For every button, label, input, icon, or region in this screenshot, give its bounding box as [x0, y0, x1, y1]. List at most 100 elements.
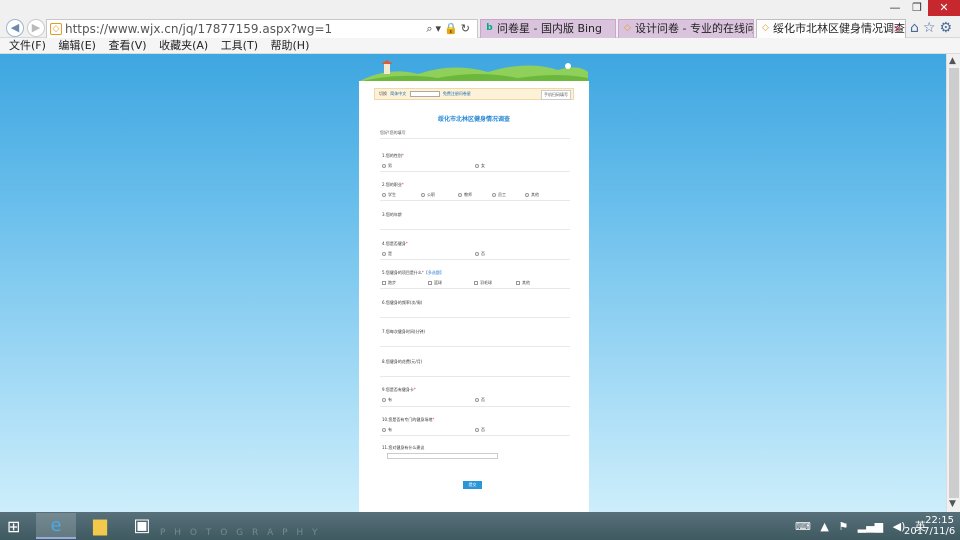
refresh-icon[interactable]: ↻ [461, 22, 473, 35]
question-title: 8.您健身的花费(元/月) [382, 359, 423, 364]
settings-gear-icon[interactable]: ⚙ [939, 20, 956, 36]
question-title: 10.您是否有专门的健身场地 [382, 417, 433, 422]
checkbox-icon[interactable] [474, 281, 478, 285]
radio-icon[interactable] [525, 193, 529, 197]
action-center-icon[interactable]: ⚑ [838, 520, 848, 533]
multi-select-tag: 【多选题】 [423, 270, 444, 275]
option-employee[interactable]: 员工 [492, 192, 506, 198]
dropdown-icon[interactable]: ▾ [436, 22, 445, 35]
option-female[interactable]: 女 [475, 163, 485, 169]
option-other-sport[interactable]: 其他 [516, 280, 530, 286]
answer-line[interactable] [380, 346, 570, 347]
radio-icon[interactable] [475, 428, 479, 432]
network-icon[interactable]: ▂▄▆ [858, 520, 883, 533]
lock-icon[interactable]: 🔒 [444, 22, 461, 35]
address-bar[interactable]: ◇ https://www.wjx.cn/jq/17877159.aspx?wg… [46, 19, 478, 39]
option-student[interactable]: 学生 [382, 192, 396, 198]
menu-view[interactable]: 查看(V) [108, 39, 146, 52]
radio-icon[interactable] [475, 398, 479, 402]
address-text[interactable]: https://www.wjx.cn/jq/17877159.aspx?wg=1 [65, 22, 332, 36]
question-title: 1.您的性别 [382, 153, 402, 158]
radio-icon[interactable] [492, 193, 496, 197]
address-tools[interactable]: ⌕▾🔒↻ [426, 22, 473, 36]
favorites-star-icon[interactable]: ☆ [923, 20, 940, 36]
vertical-scrollbar[interactable]: ▲ ▼ [946, 54, 960, 512]
option-basketball[interactable]: 篮球 [428, 280, 442, 286]
question-title: 11.您对健身有什么建议 [382, 445, 425, 450]
menu-favorites[interactable]: 收藏夹(A) [159, 39, 208, 52]
scroll-thumb[interactable] [949, 68, 959, 498]
answer-line[interactable] [380, 229, 570, 230]
option-male[interactable]: 男 [382, 163, 392, 169]
option-no-venue[interactable]: 否 [475, 427, 485, 433]
option-no-card[interactable]: 否 [475, 397, 485, 403]
option-have-venue[interactable]: 有 [382, 427, 392, 433]
answer-line[interactable] [380, 376, 570, 377]
menu-file[interactable]: 文件(F) [9, 39, 46, 52]
radio-icon[interactable] [475, 252, 479, 256]
option-no[interactable]: 否 [475, 251, 485, 257]
home-icon[interactable]: ⌂ [910, 20, 923, 36]
option-running[interactable]: 跑步 [382, 280, 396, 286]
survey-form: 切换 简体中文 免费注册问卷星 手机扫码填写 绥化市北林区健身情况调查 您好!您… [359, 81, 589, 512]
store-icon[interactable]: ▣ [122, 513, 162, 539]
menu-help[interactable]: 帮助(H) [271, 39, 310, 52]
windows-taskbar: ⊞ e ▆ ▣ P H O T O G R A P H Y ⌨ ▲ ⚑ ▂▄▆ … [0, 512, 960, 540]
radio-icon[interactable] [382, 428, 386, 432]
radio-icon[interactable] [458, 193, 462, 197]
radio-icon[interactable] [382, 398, 386, 402]
menu-edit[interactable]: 编辑(E) [58, 39, 96, 52]
close-tab-icon[interactable]: × [893, 20, 902, 38]
forward-button[interactable]: ▶ [27, 19, 45, 37]
checkbox-icon[interactable] [428, 281, 432, 285]
option-have-card[interactable]: 有 [382, 397, 392, 403]
back-button[interactable]: ◀ [6, 19, 24, 37]
internet-explorer-icon[interactable]: e [36, 513, 76, 539]
survey-greeting: 您好!您的填写 [380, 130, 406, 135]
menu-tools[interactable]: 工具(T) [221, 39, 258, 52]
page-icon: ◇ [762, 23, 769, 33]
tab-survey-active[interactable]: ◇ 绥化市北林区健身情况调查 × [756, 19, 906, 39]
radio-icon[interactable] [382, 252, 386, 256]
header-hills-illustration [358, 60, 588, 82]
clock[interactable]: 22:15 2017/11/6 [904, 515, 955, 537]
option-yes[interactable]: 是 [382, 251, 392, 257]
scroll-down-icon[interactable]: ▼ [949, 499, 956, 509]
checkbox-icon[interactable] [516, 281, 520, 285]
required-mark: * [401, 182, 404, 187]
question-title: 2.您的职业 [382, 182, 402, 187]
survey-title: 绥化市北林区健身情况调查 [437, 116, 510, 123]
checkbox-icon[interactable] [382, 281, 386, 285]
option-official[interactable]: 公职 [421, 192, 435, 198]
question-8: 8.您健身的花费(元/月) [382, 359, 572, 365]
option-teacher[interactable]: 教师 [458, 192, 472, 198]
radio-icon[interactable] [382, 164, 386, 168]
radio-icon[interactable] [382, 193, 386, 197]
radio-icon[interactable] [421, 193, 425, 197]
keyboard-icon[interactable]: ⌨ [795, 520, 811, 533]
question-4: 4.您是否健身* 是 否 [382, 241, 572, 259]
register-link[interactable]: 免费注册问卷星 [443, 91, 471, 96]
scroll-up-icon[interactable]: ▲ [949, 56, 956, 66]
suggestion-textarea[interactable] [387, 453, 498, 459]
answer-line[interactable] [380, 317, 570, 318]
search-icon[interactable]: ⌕ [426, 22, 435, 35]
page-icon: ◇ [624, 23, 631, 33]
option-other[interactable]: 其他 [525, 192, 539, 198]
language-value[interactable]: 简体中文 [390, 91, 406, 96]
submit-button[interactable]: 提交 [463, 481, 482, 489]
question-title: 7.您每次健身时间(分钟) [382, 329, 425, 334]
mobile-fill-button[interactable]: 手机扫码填写 [541, 90, 571, 100]
windows-start-icon[interactable]: ⊞ [7, 518, 27, 536]
file-explorer-icon[interactable]: ▆ [80, 513, 120, 539]
radio-icon[interactable] [475, 164, 479, 168]
question-title: 4.您是否健身 [382, 241, 406, 246]
option-badminton[interactable]: 羽毛球 [474, 280, 492, 286]
maximize-button[interactable]: ❐ [904, 0, 930, 16]
language-select[interactable] [409, 91, 440, 97]
question-11: 11.您对健身有什么建议 [382, 445, 572, 451]
tab-bing[interactable]: b 问卷星 - 国内版 Bing [480, 19, 616, 39]
close-window-button[interactable]: ✕ [928, 0, 960, 16]
tab-design-survey[interactable]: ◇ 设计问卷 - 专业的在线问卷... [618, 19, 754, 39]
tray-up-arrow-icon[interactable]: ▲ [820, 520, 828, 533]
